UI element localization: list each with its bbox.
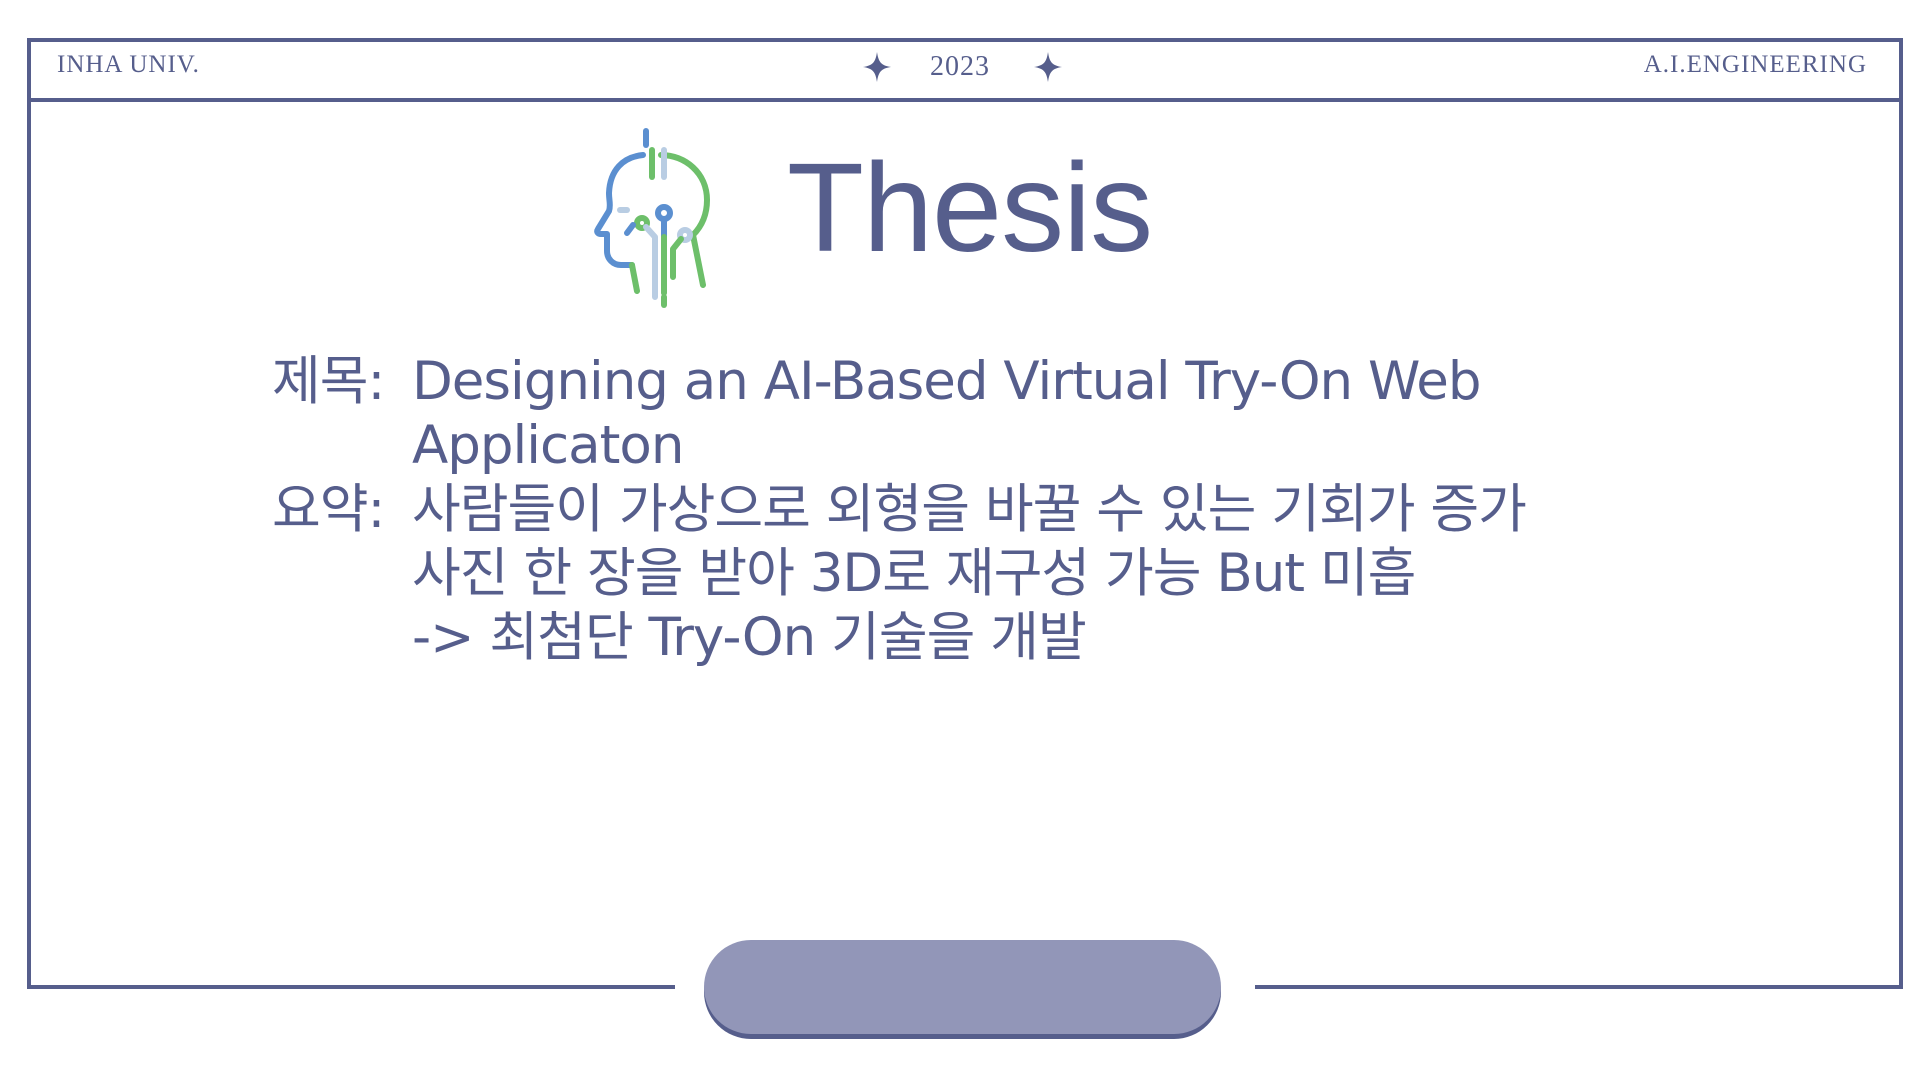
header-year: 2023 (930, 51, 990, 82)
header-department: A.I.ENGINEERING (1643, 51, 1867, 78)
title-text-line2: Applicaton (412, 415, 684, 476)
sparkle-star-icon (1034, 52, 1062, 82)
header-divider (27, 98, 1903, 102)
footer-pill (704, 940, 1221, 1034)
ai-head-icon (594, 128, 710, 308)
page-title: Thesis (787, 137, 1153, 278)
summary-text-line3: -> 최첨단 Try-On 기술을 개발 (412, 607, 1087, 668)
title-text-line1: Designing an AI-Based Virtual Try-On Web (412, 351, 1482, 412)
summary-label: 요약: (272, 479, 385, 540)
sparkle-star-icon (863, 52, 891, 82)
summary-text-line2: 사진 한 장을 받아 3D로 재구성 가능 But 미흡 (412, 543, 1416, 604)
thesis-content: 제목: Designing an AI-Based Virtual Try-On… (272, 350, 1527, 670)
title-label: 제목: (272, 351, 385, 412)
summary-text-line1: 사람들이 가상으로 외형을 바꿀 수 있는 기회가 증가 (412, 479, 1527, 540)
title-row: 제목: Designing an AI-Based Virtual Try-On… (272, 350, 1526, 414)
summary-row: 요약: 사람들이 가상으로 외형을 바꿀 수 있는 기회가 증가 (272, 478, 1527, 542)
